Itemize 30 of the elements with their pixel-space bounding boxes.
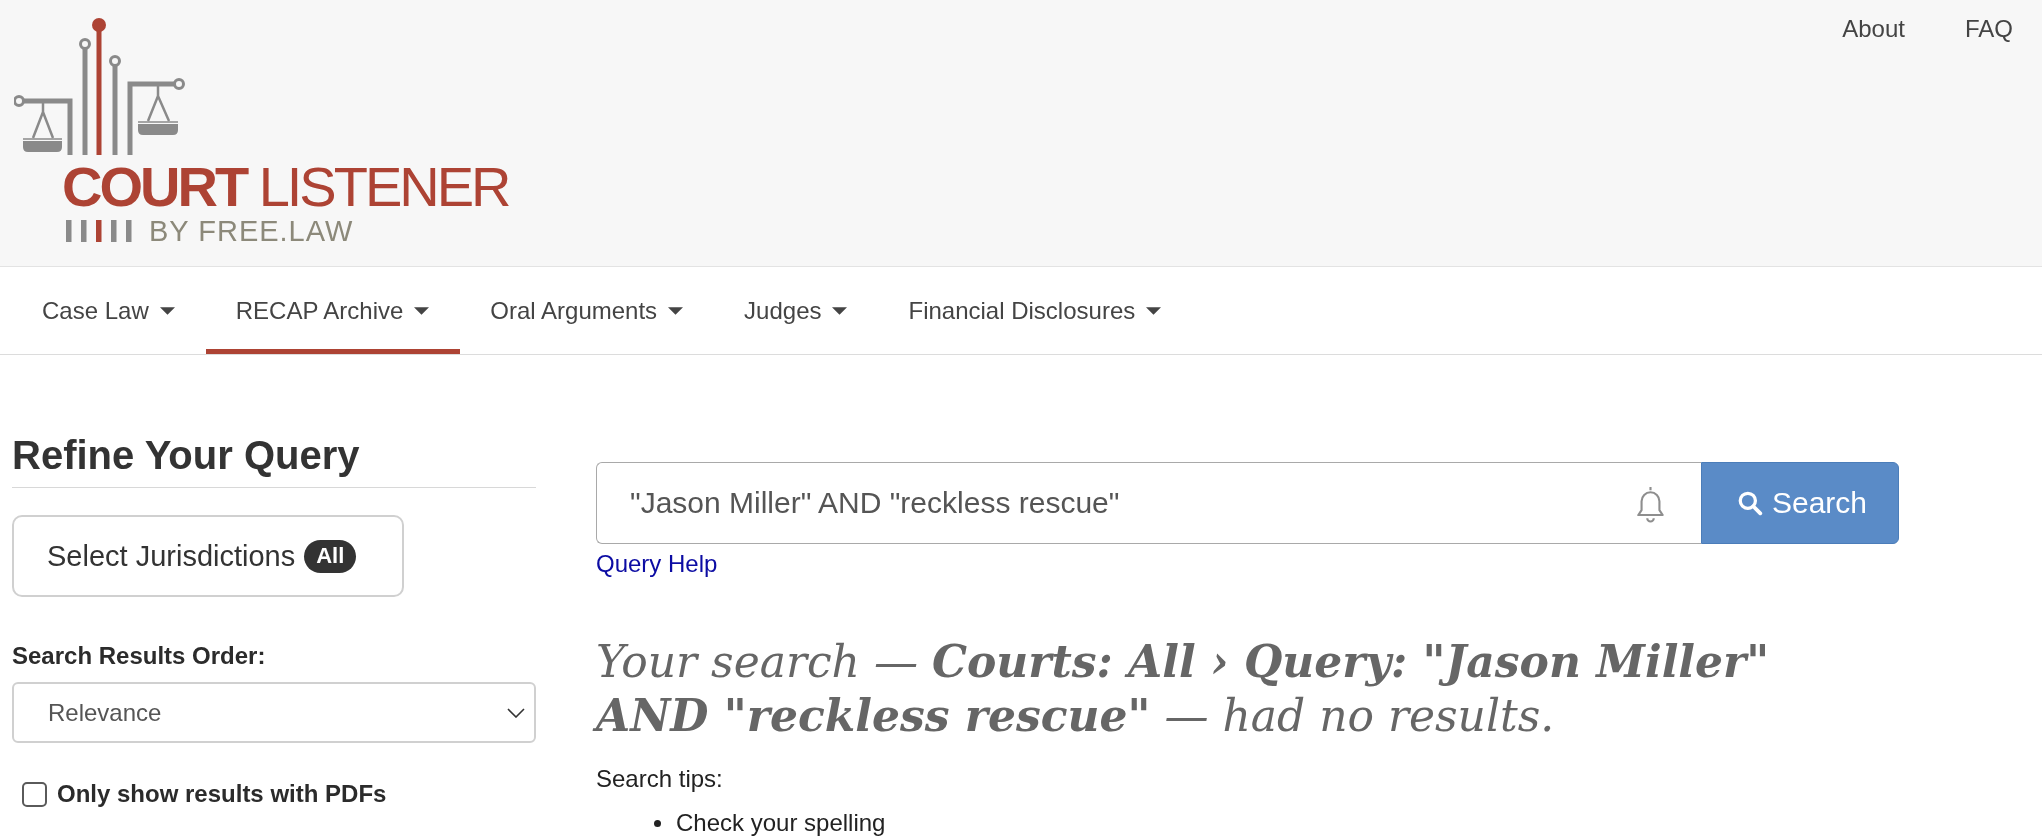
header-link[interactable]: FAQ xyxy=(1934,14,2042,44)
query-help-link[interactable]: Query Help xyxy=(596,551,718,577)
caret-icon xyxy=(668,306,684,315)
search-button[interactable]: Search xyxy=(1701,462,1899,544)
jurisdiction-badge: All xyxy=(304,539,357,573)
logo-title: COURT LISTENER xyxy=(62,159,509,215)
nav-tab[interactable]: Case Law xyxy=(12,267,206,354)
header-link[interactable]: About xyxy=(1811,14,1934,44)
search-icon xyxy=(1736,490,1763,516)
order-label: Search Results Order: xyxy=(12,642,266,670)
caret-icon xyxy=(414,306,430,315)
jurisdictions-button[interactable]: Select Jurisdictions All xyxy=(12,515,404,597)
pdf-checkbox[interactable] xyxy=(22,781,47,807)
pdf-checkbox-label[interactable]: Only show results with PDFs xyxy=(57,781,387,807)
stripes-icon xyxy=(66,220,132,242)
nav-tab[interactable]: Judges xyxy=(714,267,879,354)
bullet-icon xyxy=(654,819,661,827)
nav-tab[interactable]: Financial Disclosures xyxy=(878,267,1193,354)
tip-text: Check your spelling xyxy=(676,810,886,836)
caret-icon xyxy=(159,306,175,315)
logo-tagline: BY FREE.LAW xyxy=(149,215,354,247)
nav-tab[interactable]: Oral Arguments xyxy=(460,267,715,354)
nav-tab[interactable]: RECAP Archive xyxy=(205,267,461,354)
chevron-icon xyxy=(507,707,525,718)
search-field[interactable]: "Jason Miller" AND "reckless rescue" xyxy=(596,462,1701,544)
tips-title: Search tips: xyxy=(596,765,723,793)
caret-icon xyxy=(832,306,848,315)
order-select[interactable]: Relevance xyxy=(12,682,536,743)
sidebar-title: Refine Your Query xyxy=(12,433,360,479)
caret-icon xyxy=(1146,306,1162,315)
